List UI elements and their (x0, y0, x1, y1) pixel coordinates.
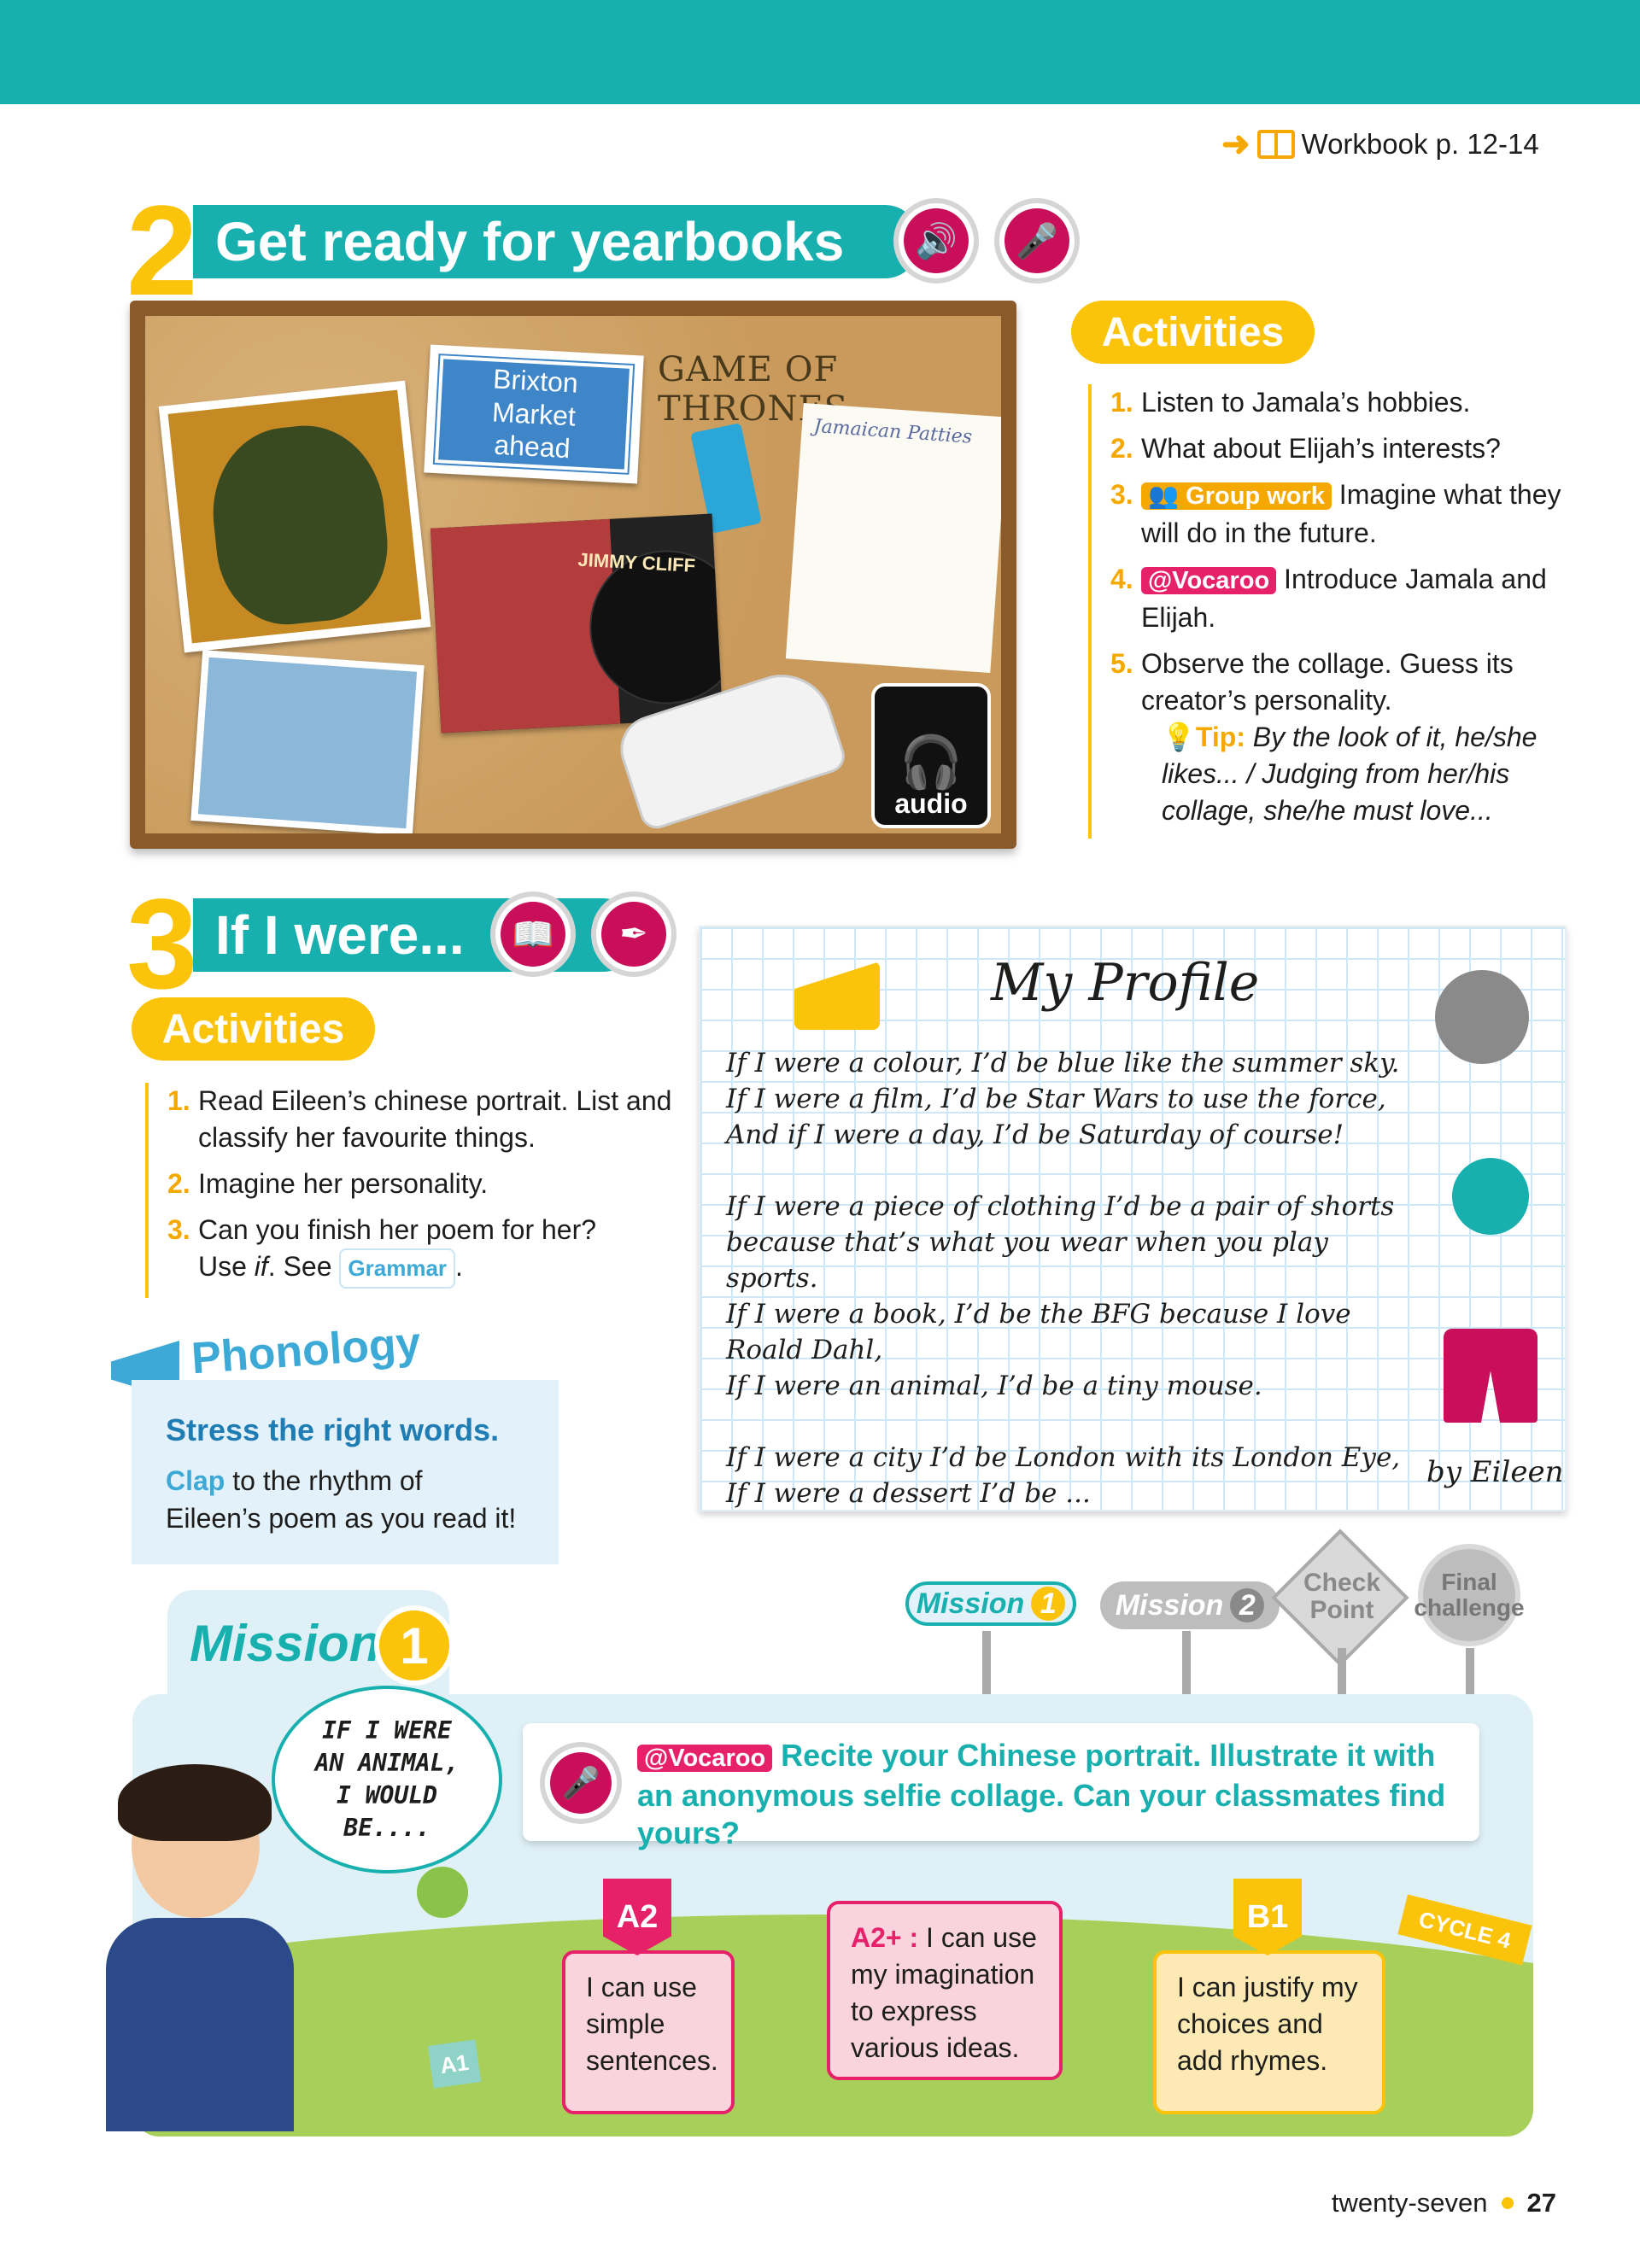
group-icon: 👥 (1148, 482, 1180, 510)
dot-icon (1501, 2197, 1514, 2209)
cork-board: Brixton Market ahead GAME OF THRONES Jam… (145, 316, 1001, 833)
signpost-final-challenge: Final challenge (1414, 1544, 1525, 1646)
a2plus-badge: A2+ : (851, 1922, 919, 1953)
signpost-mission-2: Mission 2 (1100, 1581, 1280, 1629)
mission-task-card: 🎤 @Vocaroo Recite your Chinese portrait.… (523, 1723, 1479, 1850)
phonology-box: Stress the right words. Clap to the rhyt… (132, 1380, 559, 1564)
level-card-b1: I can justify my choices and add rhymes. (1153, 1950, 1385, 2114)
portrait-poster (158, 380, 431, 653)
level-card-a2plus: A2+ : I can use my imagination to expres… (827, 1901, 1063, 2080)
grammar-link[interactable]: Grammar (339, 1248, 456, 1289)
poem: If I were a colour, I’d be blue like the… (726, 1048, 1401, 1509)
page-words: twenty-seven (1331, 2188, 1488, 2218)
signature: by Eileen (1426, 1455, 1564, 1489)
activities-pill: Activities (1071, 301, 1315, 364)
mission-label: Mission (190, 1615, 381, 1672)
level-text: I can use simple sentences. (586, 1972, 718, 2076)
section-number: 3 (126, 872, 198, 1015)
mission-task-text: @Vocaroo Recite your Chinese portrait. I… (637, 1738, 1446, 1850)
brixton-sign-text: Brixton Market ahead (432, 353, 636, 476)
jimmy-cliff-record: JIMMY CLIFF (430, 513, 723, 734)
activity-item: 2. What about Elijah’s interests? (1110, 433, 1501, 464)
activities-list: 1. Listen to Jamala’s hobbies. 2. What abo… (1088, 384, 1567, 839)
brixton-sign: Brixton Market ahead (424, 344, 644, 484)
activity-item: 4. @Vocaroo Introduce Jamala and Elijah. (1110, 564, 1547, 633)
collage-board: Brixton Market ahead GAME OF THRONES Jam… (130, 301, 1016, 849)
speaker-icon: 🔊 (904, 208, 969, 273)
workbook-reference[interactable]: ➜ Workbook p. 12-14 (1221, 125, 1539, 164)
profile-sheet: My Profile If I were a colour, I’d be bl… (699, 926, 1567, 1511)
vocaroo-tag[interactable]: @Vocaroo (1141, 567, 1277, 594)
lightbulb-icon: 💡 (1162, 722, 1196, 752)
section-title-bar: Get ready for yearbooks (193, 205, 919, 278)
signpost-pole (982, 1631, 991, 1696)
speech-bubble: IF I WERE AN ANIMAL, I WOULD BE.... (272, 1686, 502, 1873)
audio-label: audio (894, 788, 968, 819)
headphones-icon: 🎧 (899, 734, 964, 791)
audio-tag[interactable]: 🎧 audio (871, 683, 991, 828)
mission-number: 1 (374, 1605, 454, 1686)
vocaroo-tag[interactable]: @Vocaroo (637, 1745, 773, 1772)
tip: 💡Tip: By the look of it, he/she likes...… (1162, 722, 1538, 826)
level-text: I can justify my choices and add rhymes. (1177, 1972, 1358, 2076)
paint-splash-icon (1452, 1158, 1529, 1235)
activity-item: 3. 👥 Group work Imagine what they will do… (1110, 479, 1561, 548)
signpost-pole (1466, 1648, 1474, 1696)
phonology-text: Clap to the rhythm of Eileen’s poem as y… (166, 1465, 517, 1534)
arrow-right-icon: ➜ (1221, 126, 1250, 163)
page-number: 27 (1526, 2188, 1556, 2218)
activity-item: 5. Observe the collage. Guess its creator… (1110, 646, 1567, 829)
group-work-tag: 👥 Group work (1141, 482, 1332, 510)
profile-title: My Profile (991, 953, 1260, 1013)
activity-item: 2. Imagine her personality. (167, 1168, 489, 1199)
pen-icon: ✒ (601, 902, 666, 967)
workbook-label: Workbook p. 12-14 (1301, 128, 1539, 160)
speak-button[interactable]: 🎤 (994, 198, 1080, 284)
level-card-a2: I can use simple sentences. (562, 1950, 735, 2114)
boy-character (89, 1764, 294, 2131)
recipe-note: Jamaican Patties (785, 402, 1001, 674)
activity-item: 1. Read Eileen’s chinese portrait. List a… (167, 1085, 672, 1153)
check-point-label: Check Point (1303, 1569, 1381, 1624)
shorts-icon (1444, 1329, 1538, 1423)
activities-pill: Activities (132, 997, 375, 1061)
book-icon (1256, 130, 1295, 159)
activity-item: 3. Can you finish her poem for her? Use if… (167, 1212, 675, 1289)
activities-list: 1. Read Eileen’s chinese portrait. List a… (145, 1083, 675, 1298)
recipe-note-title: Jamaican Patties (813, 415, 973, 448)
mouse-icon (1435, 970, 1529, 1064)
signpost-pole (1182, 1631, 1191, 1696)
tree-icon (417, 1867, 468, 1918)
top-banner (0, 0, 1640, 104)
a1-badge: A1 (427, 2039, 482, 2089)
signpost-mission-1: Mission 1 (905, 1581, 1076, 1626)
activity-item: 1. Listen to Jamala’s hobbies. (1110, 387, 1471, 418)
signpost-pole (1338, 1648, 1346, 1696)
book-open-icon: 📖 (501, 902, 565, 967)
cheese-icon (794, 962, 880, 1030)
speak-button[interactable]: 🎤 (540, 1742, 622, 1824)
phonology-heading: Stress the right words. (166, 1412, 500, 1447)
section-title: Get ready for yearbooks (215, 211, 845, 272)
read-button[interactable]: 📖 (490, 891, 576, 977)
page-footer: twenty-seven 27 (1332, 2188, 1556, 2218)
microphone-icon: 🎤 (1004, 208, 1069, 273)
section-number: 2 (126, 178, 198, 322)
phonology-label: Phonology (190, 1318, 423, 1384)
microphone-icon: 🎤 (550, 1752, 612, 1814)
friends-photo (190, 650, 425, 833)
textbook-page: ➜ Workbook p. 12-14 2 Get ready for year… (0, 0, 1640, 2268)
section-title: If I were... (215, 904, 465, 966)
write-button[interactable]: ✒ (591, 891, 676, 977)
audio-button[interactable]: 🔊 (893, 198, 979, 284)
